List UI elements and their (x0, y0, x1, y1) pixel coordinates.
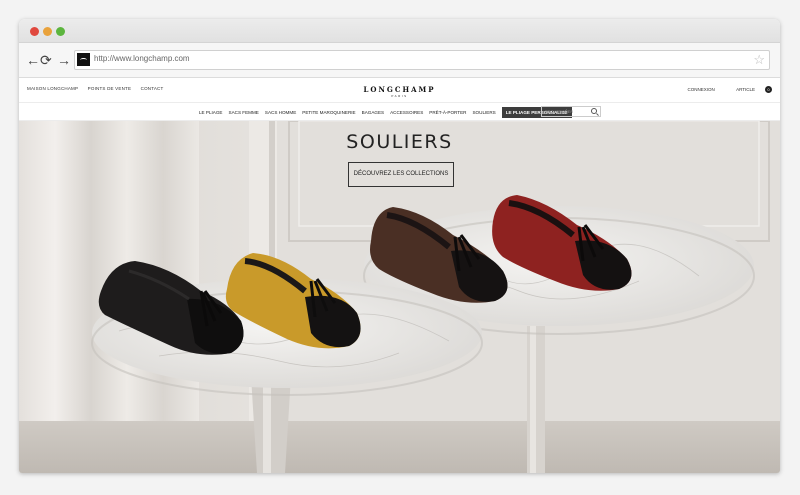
cart-link[interactable]: ARTICLE 0 (726, 86, 772, 93)
browser-window: ← ⟳ → http://www.longchamp.com ☆ MAISON … (19, 19, 780, 473)
nav-item-petite-maroquinerie[interactable]: PETITE MAROQUINERIE (302, 110, 355, 115)
main-nav: LE PLIAGE SACS FEMME SACS HOMME PETITE M… (19, 102, 780, 121)
bookmark-star-icon[interactable]: ☆ (753, 52, 765, 68)
forward-arrow-icon[interactable]: → (57, 52, 71, 68)
connexion-link[interactable]: CONNEXION (688, 87, 715, 92)
hero-title: SOULIERS (346, 131, 453, 153)
site-favicon-icon (77, 53, 90, 66)
nav-item-le-pliage[interactable]: LE PLIAGE (199, 110, 223, 115)
discover-collections-button[interactable]: DÉCOUVREZ LES COLLECTIONS (348, 162, 454, 187)
hero-banner: SOULIERS DÉCOUVREZ LES COLLECTIONS (19, 121, 780, 473)
url-text: http://www.longchamp.com (94, 54, 190, 63)
search-icon[interactable] (591, 108, 597, 114)
title-bar (19, 19, 780, 43)
close-window-button[interactable] (30, 27, 39, 36)
nav-item-bagages[interactable]: BAGAGES (362, 110, 384, 115)
nav-item-pret-a-porter[interactable]: PRÊT-À-PORTER (429, 110, 466, 115)
site-logo[interactable]: LONGCHAMP (19, 85, 780, 94)
account-links: CONNEXION ARTICLE 0 (678, 86, 772, 93)
search-placeholder: RECHERCHER (545, 109, 574, 114)
address-bar: ← ⟳ → http://www.longchamp.com ☆ (19, 43, 780, 78)
search-input[interactable]: RECHERCHER (541, 106, 601, 117)
nav-item-accessoires[interactable]: ACCESSOIRES (390, 110, 423, 115)
back-arrow-icon[interactable]: ← (26, 52, 40, 68)
cart-count-badge: 0 (765, 86, 772, 93)
site-header: MAISON LONGCHAMP POINTS DE VENTE CONTACT… (19, 78, 780, 102)
minimize-window-button[interactable] (43, 27, 52, 36)
nav-item-souliers[interactable]: SOULIERS (472, 110, 495, 115)
maximize-window-button[interactable] (56, 27, 65, 36)
nav-item-sacs-homme[interactable]: SACS HOMME (265, 110, 296, 115)
url-field[interactable]: http://www.longchamp.com ☆ (74, 50, 770, 70)
reload-icon[interactable]: ⟳ (40, 52, 52, 68)
cart-label: ARTICLE (736, 87, 755, 92)
nav-item-sacs-femme[interactable]: SACS FEMME (229, 110, 259, 115)
site-logo-sub: PARIS (391, 94, 408, 98)
